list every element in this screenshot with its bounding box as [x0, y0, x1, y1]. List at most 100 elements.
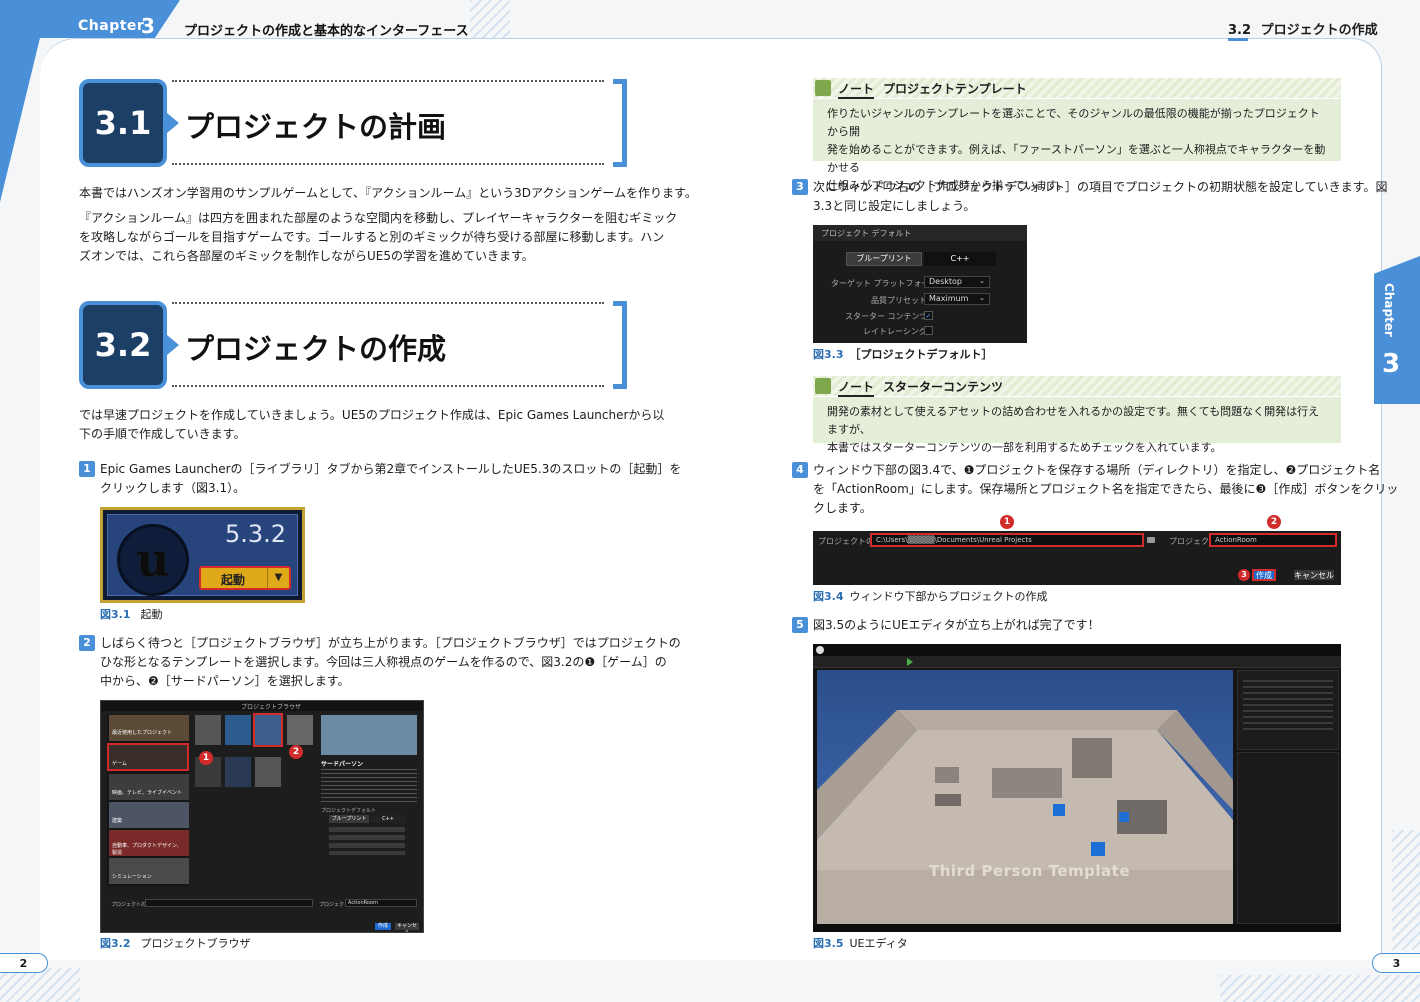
footer-hatch-right: [1220, 975, 1420, 1002]
step-4-text: を「ActionRoom」にします。保存場所とプロジェクト名を指定できたら、最後…: [813, 482, 1399, 496]
template-description: [321, 769, 417, 803]
step-2-text: しばらく待つと［プロジェクトブラウザ］が立ち上がります。［プロジェクトブラウザ］…: [100, 636, 681, 650]
target-platform-select[interactable]: Desktop ⌄: [924, 276, 990, 288]
figure-3-3-project-defaults: プロジェクト デフォルト ブループリント C++ ターゲット プラットフォーム …: [813, 225, 1027, 343]
project-location-field[interactable]: [145, 899, 313, 907]
heading-bracket: [613, 79, 627, 167]
blue-cube: [1119, 812, 1129, 822]
project-defaults-heading: プロジェクトデフォルト: [321, 808, 377, 814]
note-icon: [815, 80, 831, 96]
blue-cube: [1053, 804, 1065, 816]
section-3-1-number-box: 3.1: [79, 79, 167, 167]
starter-content-checkbox[interactable]: ✓: [924, 311, 933, 320]
category-automotive-label: 自動車、プロダクトデザイン、製造: [112, 843, 182, 856]
defaults-header-label: プロジェクト デフォルト: [821, 229, 912, 238]
figure-3-2-caption-text: プロジェクトブラウザ: [140, 937, 251, 950]
side-chapter-number: 3: [1382, 349, 1401, 379]
launch-button[interactable]: 起動 ▼: [199, 566, 291, 590]
template-third-person[interactable]: [253, 713, 283, 747]
template-thumb[interactable]: [195, 715, 221, 745]
cpp-toggle[interactable]: C++: [924, 252, 996, 266]
step-1-text: Epic Games Launcherの［ライブラリ］タブから第2章でインストー…: [100, 462, 682, 476]
blue-cube: [1091, 842, 1105, 856]
step-5-badge: 5: [792, 617, 808, 633]
chevron-down-icon: ⌄: [979, 294, 985, 302]
create-button[interactable]: 作成: [375, 923, 391, 930]
play-icon[interactable]: [907, 658, 913, 666]
defaults-cpp-button[interactable]: C++: [371, 815, 405, 823]
note-icon: [815, 378, 831, 394]
template-thumb[interactable]: [255, 757, 281, 787]
editor-toolbar: [813, 656, 1341, 668]
category-architecture[interactable]: 建築: [109, 802, 189, 828]
folder-icon[interactable]: [1147, 537, 1155, 543]
step-4-badge: 4: [792, 462, 808, 478]
step-4-text: クします。: [813, 501, 872, 515]
template-thumb[interactable]: [287, 715, 313, 745]
launch-dropdown-icon[interactable]: ▼: [267, 568, 289, 588]
figure-3-2-project-browser: プロジェクトブラウザ 最近使用したプロジェクト ゲーム 映画、テレビ、ライブイベ…: [100, 700, 424, 933]
note-label: ノート: [838, 378, 875, 397]
project-location-field[interactable]: C:\Users\▒▒▒▒▒\Documents\Unreal Projects: [870, 533, 1144, 547]
figure-3-5-caption: 図3.5 UEエディタ: [813, 935, 908, 951]
step-2-text: 中から、❷［サードパーソン］を選択します。: [100, 674, 350, 688]
figure-3-2-caption: 図3.2 プロジェクトブラウザ: [100, 935, 251, 951]
outliner-rows: [1243, 680, 1333, 734]
cancel-button[interactable]: キャンセル: [395, 923, 419, 932]
figure-3-4-window-bottom: プロジェクトの場所 C:\Users\▒▒▒▒▒\Documents\Unrea…: [813, 531, 1341, 585]
category-simulation[interactable]: シミュレーション: [109, 858, 189, 884]
create-button[interactable]: 作成: [1252, 569, 1276, 581]
step-5-text: 図3.5のようにUEエディタが立ち上がれば完了です！: [813, 618, 1100, 632]
chevron-down-icon: ⌄: [979, 277, 985, 285]
project-name-field[interactable]: ActionRoom: [1209, 533, 1337, 547]
category-film[interactable]: 映画、テレビ、ライブイベント: [109, 774, 189, 800]
step-1-text: クリックします（図3.1）。: [100, 481, 246, 495]
marker-3: 3: [1238, 569, 1250, 581]
ue-logo-icon: [816, 646, 824, 654]
step-2-text: ひな形となるテンプレートを選択します。今回は三人称視点のゲームを作るので、図3.…: [100, 655, 667, 669]
project-name-field[interactable]: ActionRoom: [345, 899, 417, 907]
editor-status-bar: [813, 924, 1341, 932]
sec32-intro-line: では早速プロジェクトを作成していきましょう。UE5のプロジェクト作成は、Epic…: [79, 408, 665, 422]
quality-preset-select[interactable]: Maximum ⌄: [924, 293, 990, 305]
step-3-text: 次にウィンドウ右の［プロジェクトデフォルト］の項目でプロジェクトの初期状態を設定…: [813, 180, 1388, 194]
note-template-line: 作りたいジャンルのテンプレートを選ぶことで、そのジャンルの最低限の機能が揃ったプ…: [827, 107, 1320, 138]
project-browser-window-title: プロジェクトブラウザ: [241, 704, 302, 711]
figure-3-1-launch-slot: u 5.3.2 起動 ▼: [100, 507, 305, 603]
level-floor-svg: [817, 710, 1233, 924]
defaults-blueprint-button[interactable]: ブループリント: [329, 815, 369, 823]
level-template-text: Third Person Template: [929, 862, 1130, 880]
raytracing-checkbox[interactable]: [924, 326, 933, 335]
chapter-label: Chapter: [78, 18, 145, 34]
template-preview-image: [321, 715, 417, 755]
marker-2: 2: [1267, 515, 1281, 529]
category-architecture-label: 建築: [112, 818, 123, 824]
chapter-title: プロジェクトの作成と基本的なインターフェース: [184, 24, 469, 39]
viewport[interactable]: Third Person Template: [817, 670, 1233, 924]
unreal-logo-icon: u: [117, 524, 189, 596]
category-game[interactable]: ゲーム: [107, 743, 189, 771]
sec31-paragraph-1: 本書ではハンズオン学習用のサンプルゲームとして、『アクションルーム』という3Dア…: [79, 186, 697, 200]
sec31-paragraph-2-line: ズオンでは、これら各部屋のギミックを制作しながらUE5の学習を進めていきます。: [79, 249, 534, 263]
template-thumb[interactable]: [225, 757, 251, 787]
sec31-paragraph-2-line: 『アクションルーム』は四方を囲まれた部屋のような空間内を移動し、プレイヤーキャラ…: [79, 211, 678, 225]
sec31-paragraph-2-line: を攻略しながらゴールを目指すゲームです。ゴールすると別のギミックが待ち受ける部屋…: [79, 230, 665, 244]
figure-3-3-caption-text: ［プロジェクトデフォルト］: [849, 348, 993, 361]
side-chapter-label: Chapter: [1382, 283, 1396, 337]
running-section-number: 3.2: [1228, 23, 1252, 38]
template-thumb[interactable]: [225, 715, 251, 745]
category-automotive[interactable]: 自動車、プロダクトデザイン、製造: [109, 830, 189, 856]
chapter-corner-decoration: [0, 38, 40, 202]
section-3-2-arrow: [167, 335, 179, 355]
note-starter-body: 開発の素材として使えるアセットの詰め合わせを入れるかの設定です。無くても問題なく…: [813, 397, 1341, 454]
marker-1: 1: [199, 751, 213, 765]
blueprint-toggle[interactable]: ブループリント: [846, 252, 922, 266]
note-starter-title: スターターコンテンツ: [883, 380, 1004, 394]
quality-preset-label: 品質プリセット: [871, 296, 927, 305]
figure-3-3-caption-number: 図3.3: [813, 348, 844, 361]
level-back-wall: [897, 710, 1177, 730]
cancel-button[interactable]: キャンセル: [1294, 570, 1334, 580]
category-recent[interactable]: 最近使用したプロジェクト: [109, 715, 189, 741]
footer-hatch-left: [0, 968, 80, 1002]
running-section-header: 3.2 プロジェクトの作成: [1228, 19, 1378, 41]
